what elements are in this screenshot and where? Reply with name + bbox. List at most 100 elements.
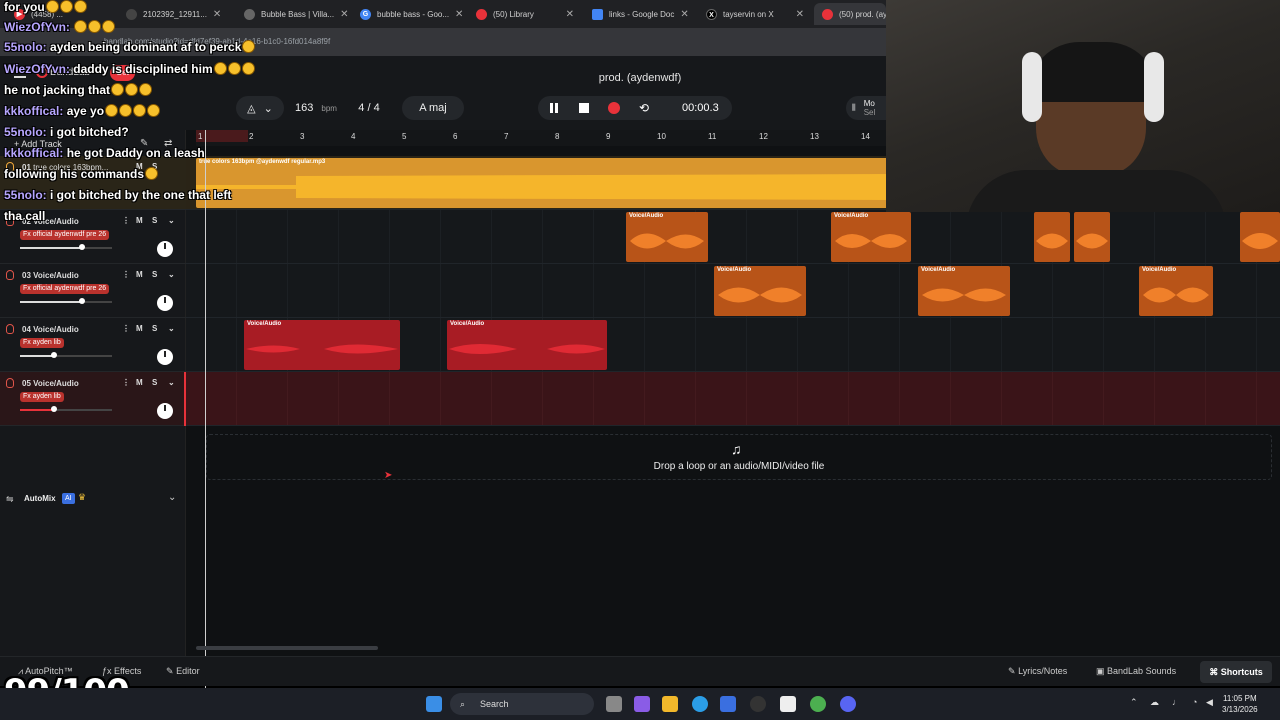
pan-knob[interactable] <box>157 349 173 365</box>
solo-button[interactable]: S <box>152 216 157 225</box>
bandlab-sounds-button[interactable]: ▣ BandLab Sounds <box>1096 666 1176 677</box>
track-lane[interactable]: Voice/Audio Voice/Audio Voice/Audio <box>186 264 1280 318</box>
track-header-selected[interactable]: 05 Voice/Audio ⋮ M S ⌄ Fx ayden lib <box>0 372 186 426</box>
chevron-down-icon[interactable]: ⌄ <box>168 378 175 387</box>
solo-button[interactable]: S <box>152 270 157 279</box>
browser-tab[interactable]: (50) Library ✕ <box>468 3 582 25</box>
file-explorer-icon[interactable] <box>662 696 678 712</box>
windows-start-icon[interactable] <box>426 696 442 712</box>
taskbar-search[interactable]: ⌕ Search <box>450 693 594 715</box>
playhead[interactable] <box>205 130 206 710</box>
audio-clip[interactable]: Voice/Audio <box>244 320 400 370</box>
chevron-down-icon[interactable]: ⌄ <box>168 324 175 333</box>
track-lane[interactable]: Voice/Audio Voice/Audio <box>186 318 1280 372</box>
track-lane-selected[interactable] <box>186 372 1280 426</box>
close-tab-icon[interactable]: ✕ <box>455 9 463 20</box>
automix-row[interactable]: ⇋ AutoMix AI ♛ ⌄ <box>0 490 186 510</box>
solo-button[interactable]: S <box>152 378 157 387</box>
more-options-icon[interactable]: ⋮ <box>122 324 130 333</box>
close-tab-icon[interactable]: ✕ <box>566 9 574 20</box>
volume-handle[interactable] <box>79 244 85 250</box>
discord-icon[interactable] <box>840 696 856 712</box>
audio-clip[interactable]: true colors 163bpm @aydenwdf regular.mp3 <box>196 158 896 208</box>
track-header[interactable]: 04 Voice/Audio ⋮ M S ⌄ Fx ayden lib <box>0 318 186 372</box>
key-field[interactable]: A maj <box>402 96 464 120</box>
audio-clip[interactable] <box>1074 212 1110 262</box>
pan-knob[interactable] <box>157 403 173 419</box>
solo-button[interactable]: S <box>152 324 157 333</box>
time-signature-field[interactable]: 4 / 4 <box>346 96 392 120</box>
track-lanes[interactable]: true colors 163bpm @aydenwdf regular.mp3… <box>186 146 1280 656</box>
wifi-icon[interactable]: ◔ <box>1192 697 1197 707</box>
close-tab-icon[interactable]: ✕ <box>680 9 688 20</box>
audio-clip[interactable]: Voice/Audio <box>714 266 806 316</box>
volume-slider[interactable] <box>20 298 112 304</box>
loop-button[interactable]: ⟲ <box>636 100 652 116</box>
tempo-field[interactable]: 163 bpm <box>288 96 344 120</box>
browser-tab[interactable]: links - Google Doc ✕ <box>584 3 696 25</box>
microphone-tray-icon[interactable]: ♩ <box>1172 697 1181 707</box>
volume-handle[interactable] <box>51 352 57 358</box>
fx-preset-badge[interactable]: Fx ayden lib <box>20 392 64 402</box>
editor-button[interactable]: ✎ Editor <box>166 666 200 677</box>
close-tab-icon[interactable]: ✕ <box>213 9 221 20</box>
audio-clip[interactable]: Voice/Audio <box>1139 266 1213 316</box>
audio-clip[interactable]: Voice/Audio <box>831 212 911 262</box>
volume-slider[interactable] <box>20 352 112 358</box>
audio-clip[interactable] <box>1034 212 1070 262</box>
lyrics-notes-button[interactable]: ✎ Lyrics/Notes <box>1008 666 1067 677</box>
app-icon[interactable] <box>750 696 766 712</box>
chevron-down-icon[interactable]: ⌄ <box>168 270 175 279</box>
pause-button[interactable] <box>546 100 562 116</box>
capcut-icon[interactable] <box>780 696 796 712</box>
fx-preset-badge[interactable]: Fx official aydenwdf pre 26 <box>20 284 110 294</box>
cloud-icon[interactable]: ☁ <box>1150 697 1159 708</box>
metronome-button[interactable]: ◬ ⌄ <box>236 96 284 120</box>
track-header[interactable]: 03 Voice/Audio ⋮ M S ⌄ Fx official ayden… <box>0 264 186 318</box>
task-view-icon[interactable] <box>606 696 622 712</box>
audio-clip[interactable]: Voice/Audio <box>447 320 607 370</box>
browser-tab[interactable]: Xtayservin on X ✕ <box>698 3 812 25</box>
mute-button[interactable]: M <box>136 216 143 225</box>
drop-zone[interactable]: ♫ Drop a loop or an audio/MIDI/video fil… <box>206 434 1272 480</box>
browser-tab[interactable]: Bubble Bass | Villa... ✕ <box>236 3 350 25</box>
record-button[interactable] <box>606 100 622 116</box>
pan-knob[interactable] <box>157 241 173 257</box>
fx-preset-badge[interactable]: Fx ayden lib <box>20 338 64 348</box>
more-options-icon[interactable]: ⋮ <box>122 216 130 225</box>
mute-button[interactable]: M <box>136 270 143 279</box>
copilot-icon[interactable] <box>634 696 650 712</box>
fx-preset-badge[interactable]: Fx official aydenwdf pre 26 <box>20 230 110 240</box>
browser-tab-active[interactable]: (50) prod. (ayd... <box>814 3 886 25</box>
close-tab-icon[interactable]: ✕ <box>340 9 348 20</box>
system-clock[interactable]: 11:05 PM 3/13/2026 <box>1222 693 1258 715</box>
pan-knob[interactable] <box>157 295 173 311</box>
chevron-down-icon[interactable]: ⌄ <box>168 216 175 225</box>
mix-editor-button[interactable]: ⫼ Mo Sel <box>846 96 886 120</box>
chevron-down-icon[interactable]: ⌄ <box>168 492 176 503</box>
shortcuts-button[interactable]: ⌘ Shortcuts <box>1200 661 1272 683</box>
volume-handle[interactable] <box>51 406 57 412</box>
audio-clip[interactable]: Voice/Audio <box>626 212 708 262</box>
browser-tab[interactable]: Gbubble bass - Goo... ✕ <box>352 3 468 25</box>
volume-handle[interactable] <box>79 298 85 304</box>
close-tab-icon[interactable]: ✕ <box>796 9 804 20</box>
loop-region-marker[interactable] <box>196 130 248 142</box>
track-lane[interactable]: Voice/Audio Voice/Audio <box>186 210 1280 264</box>
edge-icon[interactable] <box>692 696 708 712</box>
volume-slider[interactable] <box>20 244 112 250</box>
horizontal-scrollbar[interactable] <box>196 646 378 650</box>
volume-slider[interactable] <box>20 406 112 412</box>
volume-icon[interactable]: ◀ <box>1206 697 1213 708</box>
more-options-icon[interactable]: ⋮ <box>122 378 130 387</box>
stop-button[interactable] <box>576 100 592 116</box>
audio-clip[interactable]: Voice/Audio <box>918 266 1010 316</box>
mute-button[interactable]: M <box>136 324 143 333</box>
chevron-up-icon[interactable]: ⌃ <box>1130 697 1138 708</box>
more-options-icon[interactable]: ⋮ <box>122 270 130 279</box>
chrome-icon[interactable] <box>810 696 826 712</box>
mute-button[interactable]: M <box>136 378 143 387</box>
store-icon[interactable] <box>720 696 736 712</box>
audio-clip[interactable] <box>1240 212 1280 262</box>
browser-tab[interactable]: 2102392_12911... ✕ <box>118 3 228 25</box>
